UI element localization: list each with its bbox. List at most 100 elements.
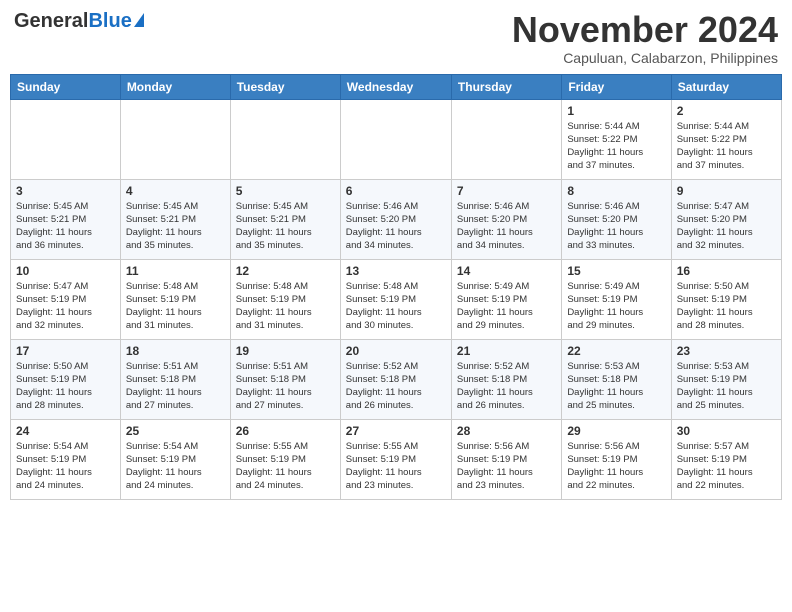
day-info: Sunrise: 5:50 AM Sunset: 5:19 PM Dayligh… bbox=[16, 360, 115, 413]
calendar-table: SundayMondayTuesdayWednesdayThursdayFrid… bbox=[10, 74, 782, 500]
weekday-header-monday: Monday bbox=[120, 74, 230, 99]
day-info: Sunrise: 5:48 AM Sunset: 5:19 PM Dayligh… bbox=[346, 280, 446, 333]
day-number: 5 bbox=[236, 184, 335, 198]
day-info: Sunrise: 5:52 AM Sunset: 5:18 PM Dayligh… bbox=[457, 360, 556, 413]
day-info: Sunrise: 5:54 AM Sunset: 5:19 PM Dayligh… bbox=[126, 440, 225, 493]
day-number: 7 bbox=[457, 184, 556, 198]
calendar-cell: 25 Sunrise: 5:54 AM Sunset: 5:19 PM Dayli… bbox=[120, 419, 230, 499]
weekday-header-wednesday: Wednesday bbox=[340, 74, 451, 99]
day-number: 11 bbox=[126, 264, 225, 278]
day-info: Sunrise: 5:46 AM Sunset: 5:20 PM Dayligh… bbox=[457, 200, 556, 253]
calendar-cell: 4 Sunrise: 5:45 AM Sunset: 5:21 PM Daylig… bbox=[120, 179, 230, 259]
calendar-cell bbox=[120, 99, 230, 179]
calendar-cell: 23 Sunrise: 5:53 AM Sunset: 5:19 PM Dayli… bbox=[671, 339, 781, 419]
day-number: 26 bbox=[236, 424, 335, 438]
day-number: 21 bbox=[457, 344, 556, 358]
calendar-cell: 21 Sunrise: 5:52 AM Sunset: 5:18 PM Dayli… bbox=[451, 339, 561, 419]
calendar-cell: 19Sunrise: 5:51 AM Sunset: 5:18 PM Dayli… bbox=[230, 339, 340, 419]
logo-blue-text: Blue bbox=[88, 10, 131, 33]
day-info: Sunrise: 5:55 AM Sunset: 5:19 PM Dayligh… bbox=[236, 440, 335, 493]
calendar-cell: 8 Sunrise: 5:46 AM Sunset: 5:20 PM Daylig… bbox=[562, 179, 671, 259]
day-number: 27 bbox=[346, 424, 446, 438]
day-info: Sunrise: 5:53 AM Sunset: 5:19 PM Dayligh… bbox=[677, 360, 776, 413]
day-number: 9 bbox=[677, 184, 776, 198]
day-number: 4 bbox=[126, 184, 225, 198]
day-number: 10 bbox=[16, 264, 115, 278]
logo: General Blue bbox=[14, 10, 144, 33]
calendar-cell: 18 Sunrise: 5:51 AM Sunset: 5:18 PM Dayli… bbox=[120, 339, 230, 419]
calendar-cell: 20Sunrise: 5:52 AM Sunset: 5:18 PM Dayli… bbox=[340, 339, 451, 419]
day-info: Sunrise: 5:48 AM Sunset: 5:19 PM Dayligh… bbox=[236, 280, 335, 333]
calendar-cell: 6Sunrise: 5:46 AM Sunset: 5:20 PM Daylig… bbox=[340, 179, 451, 259]
day-number: 28 bbox=[457, 424, 556, 438]
day-number: 20 bbox=[346, 344, 446, 358]
month-title: November 2024 bbox=[512, 10, 778, 50]
calendar-cell: 11Sunrise: 5:48 AM Sunset: 5:19 PM Dayli… bbox=[120, 259, 230, 339]
weekday-header-tuesday: Tuesday bbox=[230, 74, 340, 99]
calendar-cell: 17 Sunrise: 5:50 AM Sunset: 5:19 PM Dayli… bbox=[11, 339, 121, 419]
calendar-cell: 5Sunrise: 5:45 AM Sunset: 5:21 PM Daylig… bbox=[230, 179, 340, 259]
logo-general-text: General bbox=[14, 10, 88, 33]
weekday-header-sunday: Sunday bbox=[11, 74, 121, 99]
day-number: 2 bbox=[677, 104, 776, 118]
day-info: Sunrise: 5:49 AM Sunset: 5:19 PM Dayligh… bbox=[457, 280, 556, 333]
day-info: Sunrise: 5:46 AM Sunset: 5:20 PM Dayligh… bbox=[567, 200, 665, 253]
calendar-week-row: 24 Sunrise: 5:54 AM Sunset: 5:19 PM Dayli… bbox=[11, 419, 782, 499]
day-info: Sunrise: 5:50 AM Sunset: 5:19 PM Dayligh… bbox=[677, 280, 776, 333]
day-info: Sunrise: 5:47 AM Sunset: 5:19 PM Dayligh… bbox=[16, 280, 115, 333]
calendar-cell: 1 Sunrise: 5:44 AM Sunset: 5:22 PM Daylig… bbox=[562, 99, 671, 179]
calendar-cell: 28 Sunrise: 5:56 AM Sunset: 5:19 PM Dayli… bbox=[451, 419, 561, 499]
calendar-week-row: 17 Sunrise: 5:50 AM Sunset: 5:19 PM Dayli… bbox=[11, 339, 782, 419]
calendar-week-row: 3 Sunrise: 5:45 AM Sunset: 5:21 PM Daylig… bbox=[11, 179, 782, 259]
day-number: 24 bbox=[16, 424, 115, 438]
day-info: Sunrise: 5:54 AM Sunset: 5:19 PM Dayligh… bbox=[16, 440, 115, 493]
calendar-cell: 26 Sunrise: 5:55 AM Sunset: 5:19 PM Dayli… bbox=[230, 419, 340, 499]
logo-triangle-icon bbox=[134, 13, 144, 27]
day-number: 23 bbox=[677, 344, 776, 358]
calendar-cell: 22Sunrise: 5:53 AM Sunset: 5:18 PM Dayli… bbox=[562, 339, 671, 419]
calendar-cell: 12 Sunrise: 5:48 AM Sunset: 5:19 PM Dayli… bbox=[230, 259, 340, 339]
title-area: November 2024 Capuluan, Calabarzon, Phil… bbox=[512, 10, 778, 66]
day-number: 8 bbox=[567, 184, 665, 198]
day-number: 13 bbox=[346, 264, 446, 278]
calendar-cell bbox=[451, 99, 561, 179]
calendar-cell: 9 Sunrise: 5:47 AM Sunset: 5:20 PM Daylig… bbox=[671, 179, 781, 259]
day-info: Sunrise: 5:47 AM Sunset: 5:20 PM Dayligh… bbox=[677, 200, 776, 253]
weekday-header-friday: Friday bbox=[562, 74, 671, 99]
day-info: Sunrise: 5:44 AM Sunset: 5:22 PM Dayligh… bbox=[567, 120, 665, 173]
day-info: Sunrise: 5:44 AM Sunset: 5:22 PM Dayligh… bbox=[677, 120, 776, 173]
page-header: General Blue November 2024 Capuluan, Cal… bbox=[10, 10, 782, 66]
day-number: 18 bbox=[126, 344, 225, 358]
day-number: 1 bbox=[567, 104, 665, 118]
location-text: Capuluan, Calabarzon, Philippines bbox=[512, 50, 778, 66]
day-info: Sunrise: 5:55 AM Sunset: 5:19 PM Dayligh… bbox=[346, 440, 446, 493]
day-number: 17 bbox=[16, 344, 115, 358]
day-number: 12 bbox=[236, 264, 335, 278]
calendar-cell: 3Sunrise: 5:45 AM Sunset: 5:21 PM Daylig… bbox=[11, 179, 121, 259]
calendar-cell: 15 Sunrise: 5:49 AM Sunset: 5:19 PM Dayli… bbox=[562, 259, 671, 339]
weekday-header-row: SundayMondayTuesdayWednesdayThursdayFrid… bbox=[11, 74, 782, 99]
weekday-header-saturday: Saturday bbox=[671, 74, 781, 99]
day-number: 16 bbox=[677, 264, 776, 278]
calendar-cell: 24 Sunrise: 5:54 AM Sunset: 5:19 PM Dayli… bbox=[11, 419, 121, 499]
day-number: 29 bbox=[567, 424, 665, 438]
weekday-header-thursday: Thursday bbox=[451, 74, 561, 99]
calendar-week-row: 1 Sunrise: 5:44 AM Sunset: 5:22 PM Daylig… bbox=[11, 99, 782, 179]
calendar-cell: 30Sunrise: 5:57 AM Sunset: 5:19 PM Dayli… bbox=[671, 419, 781, 499]
calendar-cell: 7 Sunrise: 5:46 AM Sunset: 5:20 PM Daylig… bbox=[451, 179, 561, 259]
calendar-cell: 10 Sunrise: 5:47 AM Sunset: 5:19 PM Dayli… bbox=[11, 259, 121, 339]
day-info: Sunrise: 5:51 AM Sunset: 5:18 PM Dayligh… bbox=[126, 360, 225, 413]
day-info: Sunrise: 5:45 AM Sunset: 5:21 PM Dayligh… bbox=[126, 200, 225, 253]
calendar-cell: 13 Sunrise: 5:48 AM Sunset: 5:19 PM Dayli… bbox=[340, 259, 451, 339]
calendar-cell bbox=[230, 99, 340, 179]
day-number: 3 bbox=[16, 184, 115, 198]
day-number: 25 bbox=[126, 424, 225, 438]
calendar-cell: 29Sunrise: 5:56 AM Sunset: 5:19 PM Dayli… bbox=[562, 419, 671, 499]
day-info: Sunrise: 5:51 AM Sunset: 5:18 PM Dayligh… bbox=[236, 360, 335, 413]
day-info: Sunrise: 5:49 AM Sunset: 5:19 PM Dayligh… bbox=[567, 280, 665, 333]
calendar-cell: 27 Sunrise: 5:55 AM Sunset: 5:19 PM Dayli… bbox=[340, 419, 451, 499]
calendar-cell: 14Sunrise: 5:49 AM Sunset: 5:19 PM Dayli… bbox=[451, 259, 561, 339]
day-number: 15 bbox=[567, 264, 665, 278]
calendar-cell bbox=[11, 99, 121, 179]
day-info: Sunrise: 5:56 AM Sunset: 5:19 PM Dayligh… bbox=[457, 440, 556, 493]
